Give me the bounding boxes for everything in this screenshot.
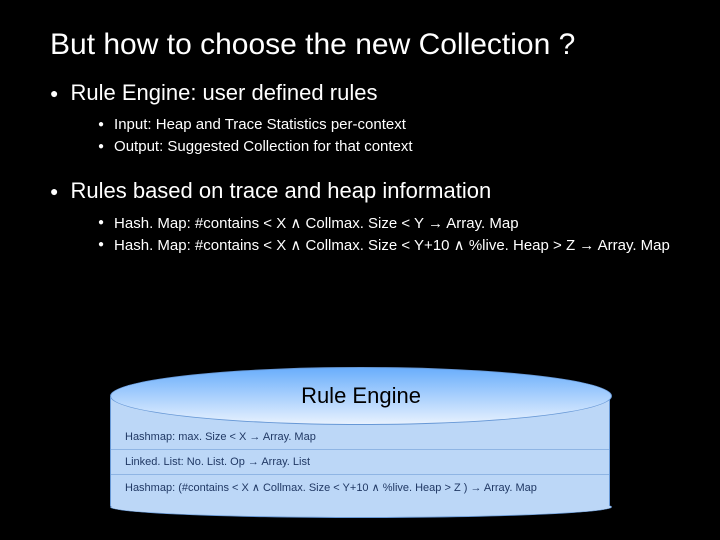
bullet-icon: ● [98,138,104,156]
rule-engine-diagram: Rule Engine Hashmap: max. Size < X → Arr… [110,367,610,518]
list-item: ● Hash. Map: #contains < X ∧ Collmax. Si… [98,236,670,254]
slide-title: But how to choose the new Collection ? [50,28,670,62]
bullet-icon: ● [98,236,104,254]
bullet-text: Rules based on trace and heap informatio… [70,178,491,204]
sub-list: ● Hash. Map: #contains < X ∧ Collmax. Si… [98,214,670,254]
list-item: ● Rules based on trace and heap informat… [50,178,670,254]
bullet-icon: ● [50,178,58,204]
bullet-icon: ● [98,214,104,232]
list-item: ● Rule Engine: user defined rules ● Inpu… [50,80,670,156]
sub-list: ● Input: Heap and Trace Statistics per-c… [98,116,670,156]
rule-engine-header: Rule Engine [110,367,612,425]
rule-engine-title: Rule Engine [301,383,421,409]
rule-line: Hashmap: max. Size < X → Array. Map [111,425,609,449]
rule-line: Linked. List: No. List. Op → Array. List [111,450,609,474]
list-item: ● Input: Heap and Trace Statistics per-c… [98,116,670,134]
slide: But how to choose the new Collection ? ●… [0,0,720,540]
sub-bullet-text: Hash. Map: #contains < X ∧ Collmax. Size… [114,236,670,254]
sub-bullet-text: Hash. Map: #contains < X ∧ Collmax. Size… [114,214,519,232]
list-item: ● Hash. Map: #contains < X ∧ Collmax. Si… [98,214,670,232]
bullet-icon: ● [50,80,58,106]
rule-line: Hashmap: (#contains < X ∧ Collmax. Size … [111,475,609,500]
bullet-list: ● Rule Engine: user defined rules ● Inpu… [50,80,670,254]
bullet-text: Rule Engine: user defined rules [70,80,377,106]
sub-bullet-text: Output: Suggested Collection for that co… [114,138,413,155]
bullet-icon: ● [98,116,104,134]
sub-bullet-text: Input: Heap and Trace Statistics per-con… [114,116,406,133]
list-item: ● Output: Suggested Collection for that … [98,138,670,156]
